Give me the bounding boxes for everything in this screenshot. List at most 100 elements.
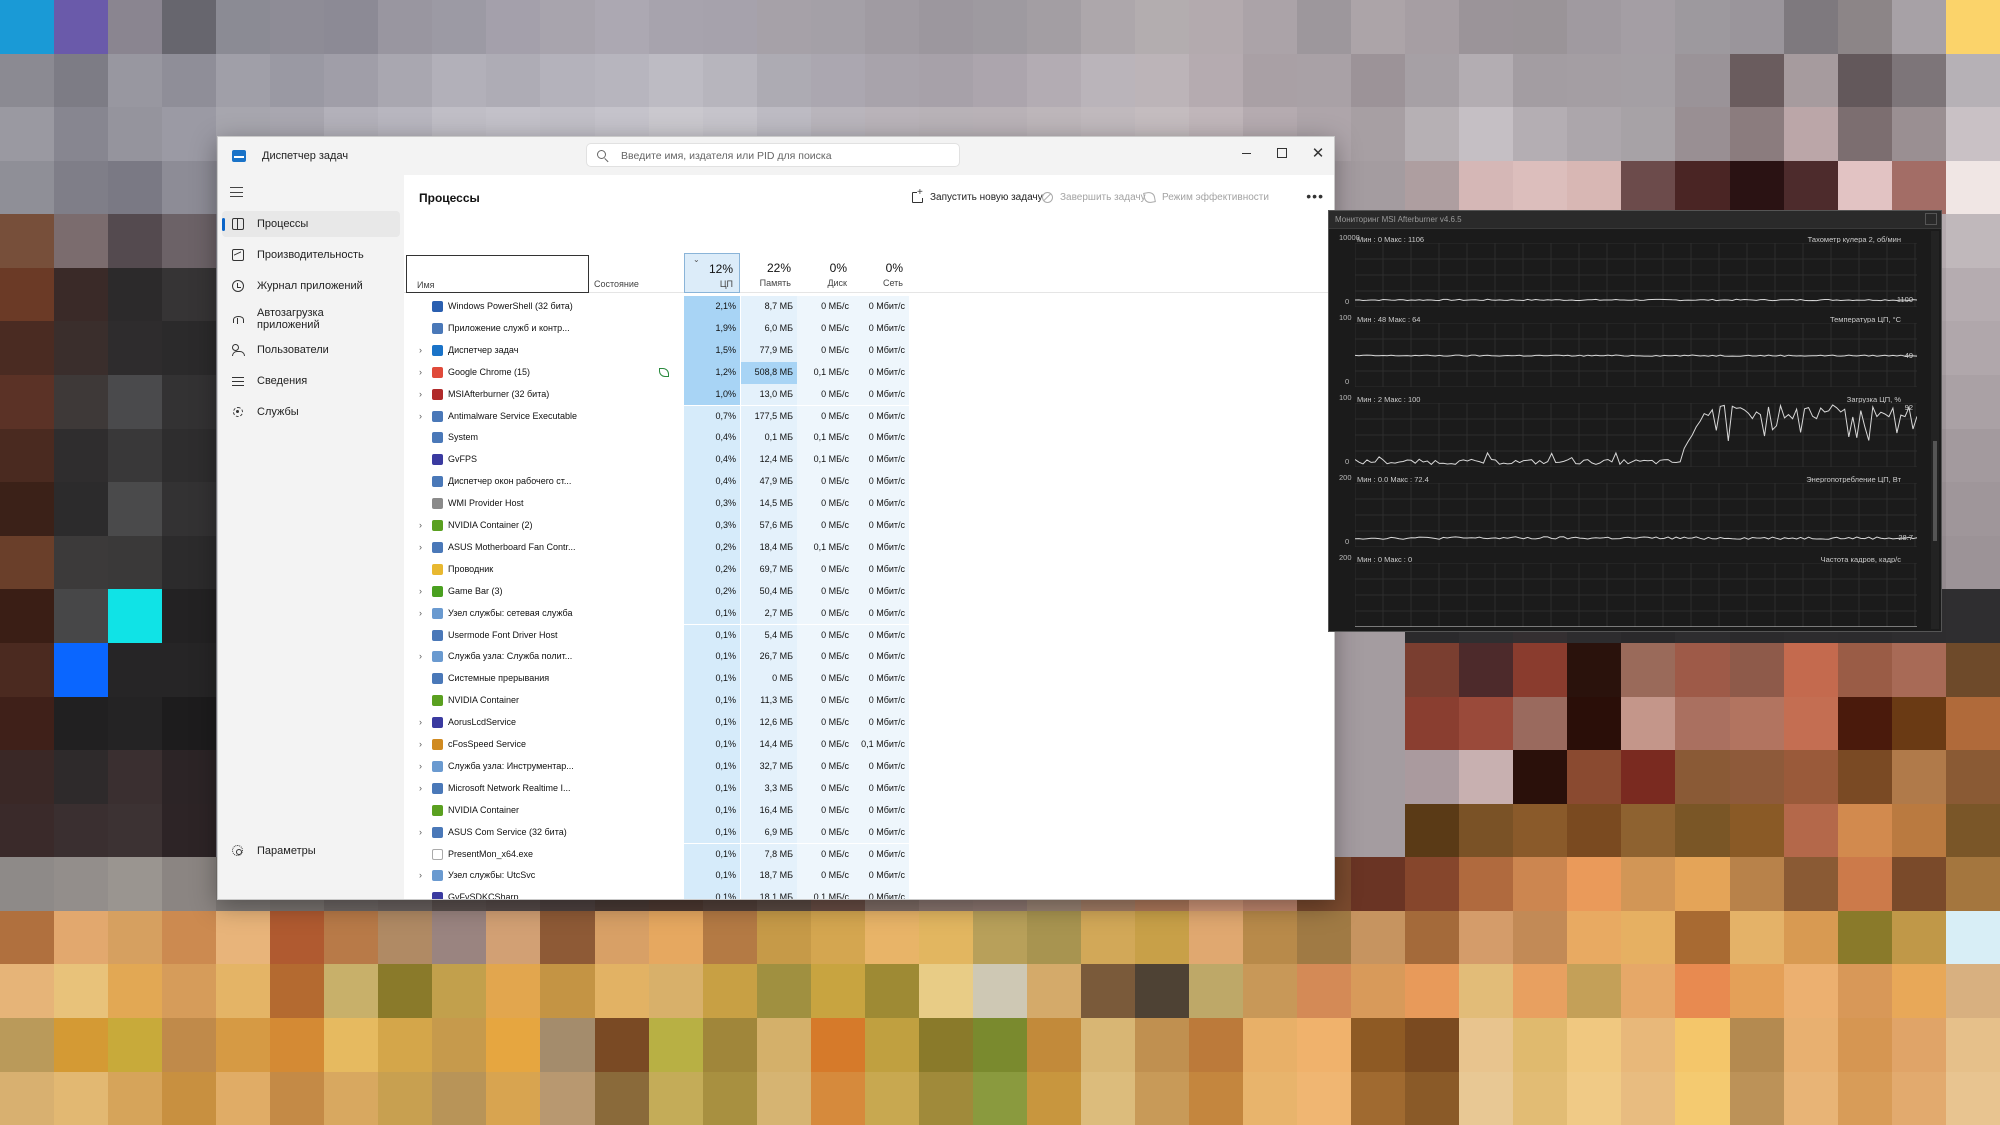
table-row[interactable]: › Служба узла: Инструментар... 0,1% 32,7 МБ… bbox=[404, 755, 1334, 778]
table-row[interactable]: › Диспетчер задач 1,5% 77,9 МБ 0 МБ/с 0 Мбит/… bbox=[404, 339, 1334, 362]
expand-chevron-icon[interactable]: › bbox=[419, 646, 422, 668]
table-row[interactable]: NVIDIA Container 0,1% 11,3 МБ 0 МБ/с 0 Мбит/… bbox=[404, 690, 1334, 713]
menu-icon[interactable] bbox=[230, 187, 243, 197]
sidebar-item-processes[interactable]: Процессы bbox=[222, 211, 400, 237]
table-row[interactable]: › NVIDIA Container (2) 0,3% 57,6 МБ 0 МБ/с 0 … bbox=[404, 515, 1334, 537]
expand-chevron-icon[interactable]: › bbox=[419, 756, 422, 778]
processes-icon bbox=[232, 218, 244, 230]
more-options-button[interactable]: ••• bbox=[1306, 188, 1324, 204]
performance-icon bbox=[232, 249, 244, 261]
expand-chevron-icon[interactable]: › bbox=[419, 865, 422, 887]
background-tile bbox=[108, 107, 163, 161]
background-tile bbox=[54, 803, 109, 858]
afterburner-title-bar[interactable]: Мониторинг MSI Afterburner v4.6.5 bbox=[1329, 211, 1941, 229]
table-row[interactable]: › cFosSpeed Service 0,1% 14,4 МБ 0 МБ/с 0,1 М… bbox=[404, 734, 1334, 756]
expand-chevron-icon[interactable]: › bbox=[419, 778, 422, 800]
background-tile bbox=[378, 1071, 433, 1125]
sidebar-item-settings[interactable]: Параметры bbox=[222, 838, 400, 864]
table-row[interactable]: › Game Bar (3) 0,2% 50,4 МБ 0 МБ/с 0 Мбит/с bbox=[404, 580, 1334, 603]
column-cpu-header[interactable]: ⌄ 12% ЦП bbox=[684, 253, 740, 293]
table-row[interactable]: Проводник 0,2% 69,7 МБ 0 МБ/с 0 Мбит/с bbox=[404, 558, 1334, 581]
table-row[interactable]: › Узел службы: UtcSvc 0,1% 18,7 МБ 0 МБ/с 0 М… bbox=[404, 865, 1334, 888]
background-tile bbox=[1891, 53, 1946, 108]
table-row[interactable]: › MSIAfterburner (32 бита) 1,0% 13,0 МБ 0 МБ… bbox=[404, 383, 1334, 406]
table-row[interactable]: WMI Provider Host 0,3% 14,5 МБ 0 МБ/с 0 Мбит… bbox=[404, 493, 1334, 515]
background-tile bbox=[0, 750, 55, 804]
column-memory-header[interactable]: 22% Память bbox=[741, 253, 797, 293]
close-button[interactable]: ✕ bbox=[1300, 137, 1334, 169]
table-row[interactable]: PresentMon_x64.exe 0,1% 7,8 МБ 0 МБ/с 0 Мбит… bbox=[404, 843, 1334, 866]
background-tile bbox=[1945, 696, 2000, 751]
table-row[interactable]: Системные прерывания 0,1% 0 МБ 0 МБ/с 0 Мбит… bbox=[404, 668, 1334, 691]
background-tile bbox=[1189, 964, 1244, 1018]
column-disk-header[interactable]: 0% Диск bbox=[797, 253, 853, 293]
details-icon bbox=[232, 376, 244, 386]
expand-chevron-icon[interactable]: › bbox=[419, 340, 422, 362]
expand-chevron-icon[interactable]: › bbox=[419, 537, 422, 559]
table-row[interactable]: › Microsoft Network Realtime I... 0,1% 3,3 … bbox=[404, 777, 1334, 800]
table-row[interactable]: › ASUS Com Service (32 бита) 0,1% 6,9 МБ 0 М… bbox=[404, 821, 1334, 844]
background-tile bbox=[1837, 1017, 1892, 1072]
table-row[interactable]: Приложение служб и контр... 1,9% 6,0 МБ 0 М… bbox=[404, 317, 1334, 340]
sidebar-item-startup-apps[interactable]: Автозагрузка приложений bbox=[222, 303, 400, 335]
maximize-button[interactable] bbox=[1264, 137, 1300, 169]
table-row[interactable]: GvFvSDKCSharp 0,1% 18,1 МБ 0,1 МБ/с 0 Мбит/с bbox=[404, 887, 1334, 899]
process-net: 0 Мбит/с bbox=[868, 782, 905, 793]
title-bar[interactable]: Диспетчер задач Введите имя, издателя ил… bbox=[218, 137, 1334, 175]
expand-chevron-icon[interactable]: › bbox=[419, 515, 422, 537]
table-row[interactable]: GvFPS 0,4% 12,4 МБ 0,1 МБ/с 0 Мбит/с bbox=[404, 449, 1334, 472]
process-name: Antimalware Service Executable bbox=[448, 410, 578, 421]
background-tile bbox=[1405, 642, 1460, 697]
background-tile bbox=[1729, 857, 1784, 911]
table-row[interactable]: › Узел службы: сетевая служба 0,1% 2,7 МБ 0 … bbox=[404, 602, 1334, 625]
table-row[interactable]: › Служба узла: Служба полит... 0,1% 26,7 МБ… bbox=[404, 646, 1334, 669]
expand-chevron-icon[interactable]: › bbox=[419, 712, 422, 734]
process-net: 0 Мбит/с bbox=[868, 301, 905, 311]
table-row[interactable]: › AorusLcdService 0,1% 12,6 МБ 0 МБ/с 0 Мбит/… bbox=[404, 712, 1334, 734]
sidebar-item-app-history[interactable]: Журнал приложений bbox=[222, 273, 400, 299]
efficiency-mode-button[interactable]: Режим эффективности bbox=[1143, 186, 1269, 208]
sidebar-item-services[interactable]: Службы bbox=[222, 399, 400, 425]
column-network-header[interactable]: 0% Сеть bbox=[853, 253, 909, 293]
afterburner-graph-panel: 200 0 Мин : 0.0 Макс : 72.4 Энергопотреблен… bbox=[1329, 471, 1931, 551]
process-name: Microsoft Network Realtime I... bbox=[448, 782, 571, 793]
table-row[interactable]: Windows PowerShell (32 бита) 2,1% 8,7 МБ 0 … bbox=[404, 296, 1334, 318]
expand-chevron-icon[interactable]: › bbox=[419, 822, 422, 844]
expand-chevron-icon[interactable]: › bbox=[419, 362, 422, 384]
sidebar-item-users[interactable]: Пользователи bbox=[222, 337, 400, 363]
table-row[interactable]: NVIDIA Container 0,1% 16,4 МБ 0 МБ/с 0 Мбит/… bbox=[404, 799, 1334, 822]
table-row[interactable]: Диспетчер окон рабочего ст... 0,4% 47,9 МБ… bbox=[404, 471, 1334, 494]
process-net: 0,1 Мбит/с bbox=[861, 739, 905, 749]
end-task-button[interactable]: Завершить задачу bbox=[1042, 186, 1146, 208]
table-row[interactable]: › Google Chrome (15) 1,2% 508,8 МБ 0,1 МБ/с 0… bbox=[404, 361, 1334, 384]
table-row[interactable]: › Antimalware Service Executable 0,7% 177,5… bbox=[404, 405, 1334, 428]
expand-chevron-icon[interactable]: › bbox=[419, 581, 422, 603]
run-new-task-button[interactable]: Запустить новую задачу bbox=[912, 186, 1043, 208]
table-row[interactable]: System 0,4% 0,1 МБ 0,1 МБ/с 0 Мбит/с bbox=[404, 427, 1334, 450]
expand-chevron-icon[interactable]: › bbox=[419, 406, 422, 428]
sidebar-item-details[interactable]: Сведения bbox=[222, 368, 400, 394]
background-tile bbox=[1405, 1017, 1460, 1072]
expand-chevron-icon[interactable]: › bbox=[419, 603, 422, 625]
background-tile bbox=[1675, 53, 1730, 108]
afterburner-scrollbar[interactable] bbox=[1931, 231, 1939, 629]
process-cpu: 0,4% bbox=[715, 432, 736, 443]
background-tile bbox=[1675, 803, 1730, 858]
background-tile bbox=[756, 1071, 811, 1125]
sidebar-item-performance[interactable]: Производительность bbox=[222, 242, 400, 268]
table-row[interactable]: Usermode Font Driver Host 0,1% 5,4 МБ 0 МБ/… bbox=[404, 624, 1334, 647]
column-name-header[interactable]: Имя bbox=[406, 255, 589, 293]
process-mem: 13,0 МБ bbox=[759, 388, 793, 399]
search-input[interactable]: Введите имя, издателя или PID для поиска bbox=[586, 143, 960, 167]
process-net: 0 Мбит/с bbox=[868, 826, 905, 837]
process-cpu: 0,1% bbox=[715, 695, 736, 706]
column-status-header[interactable]: Состояние bbox=[594, 279, 639, 289]
expand-chevron-icon[interactable]: › bbox=[419, 734, 422, 756]
expand-chevron-icon[interactable]: › bbox=[419, 384, 422, 406]
minimize-button[interactable] bbox=[1228, 137, 1264, 169]
background-tile bbox=[1837, 750, 1892, 804]
table-row[interactable]: › ASUS Motherboard Fan Contr... 0,2% 18,4 М… bbox=[404, 536, 1334, 559]
background-tile bbox=[162, 482, 217, 536]
afterburner-close-button[interactable] bbox=[1925, 213, 1937, 225]
process-cpu: 2,1% bbox=[715, 301, 736, 311]
